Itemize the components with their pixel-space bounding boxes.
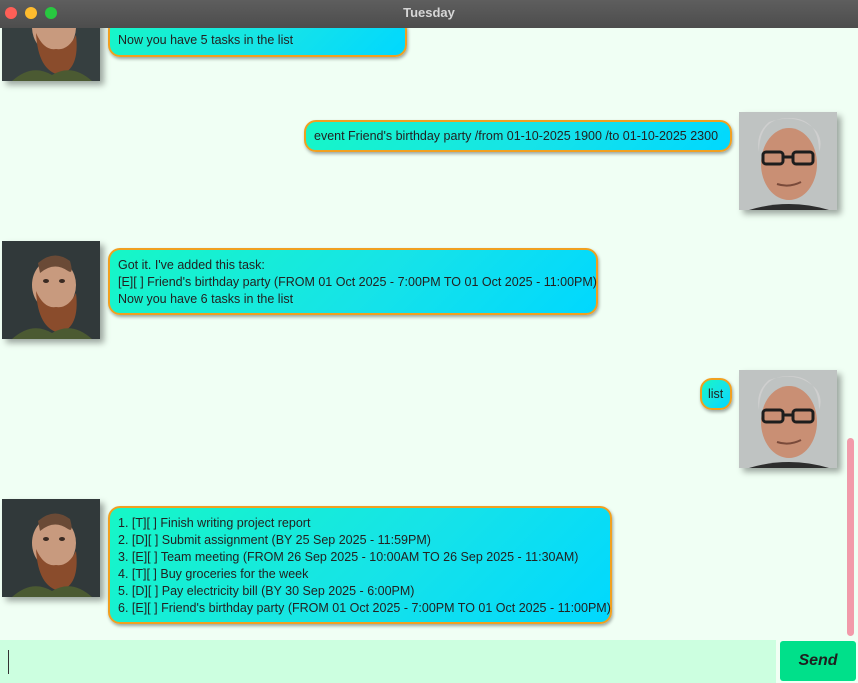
user-message-bubble: list [700,378,732,410]
user-message-bubble: event Friend's birthday party /from 01-1… [304,120,732,152]
bot-message-bubble: 1. [T][ ] Finish writing project report … [108,506,612,624]
message-line: list [708,387,724,401]
message-line: Now you have 5 tasks in the list [118,33,294,47]
task-list-item: 5. [D][ ] Pay electricity bill (BY 30 Se… [118,584,415,598]
bearded-man-avatar-icon [2,28,100,81]
message-line: Got it. I've added this task: [118,258,265,272]
input-bar: Send [0,640,858,683]
bot-avatar [2,28,100,81]
bot-message-bubble: Now you have 5 tasks in the list [108,28,407,57]
task-list-item: 4. [T][ ] Buy groceries for the week [118,567,309,581]
bot-message-bubble: Got it. I've added this task: [E][ ] Fri… [108,248,598,315]
send-button[interactable]: Send [780,641,856,681]
user-avatar [739,370,837,468]
bot-avatar [2,499,100,597]
title-bar: Tuesday [0,0,858,29]
task-list-item: 2. [D][ ] Submit assignment (BY 25 Sep 2… [118,533,431,547]
task-list-item: 6. [E][ ] Friend's birthday party (FROM … [118,601,611,615]
man-with-glasses-avatar-icon [739,112,837,210]
window-title: Tuesday [403,5,455,20]
message-line: event Friend's birthday party /from 01-1… [314,129,719,143]
message-input[interactable] [0,640,776,683]
task-list-item: 1. [T][ ] Finish writing project report [118,516,311,530]
task-list-item: 3. [E][ ] Team meeting (FROM 26 Sep 2025… [118,550,579,564]
chat-scroll-area[interactable]: Now you have 5 tasks in the list event F… [0,28,858,640]
bearded-man-avatar-icon [2,241,100,339]
app-window: Tuesday Now you have 5 tasks in the list… [0,0,858,683]
man-with-glasses-avatar-icon [739,370,837,468]
message-line: Now you have 6 tasks in the list [118,292,294,306]
bot-avatar [2,241,100,339]
user-avatar [739,112,837,210]
chat-scrollbar-thumb[interactable] [847,438,854,636]
message-line: [E][ ] Friend's birthday party (FROM 01 … [118,275,597,289]
text-caret [8,650,9,674]
bearded-man-avatar-icon [2,499,100,597]
